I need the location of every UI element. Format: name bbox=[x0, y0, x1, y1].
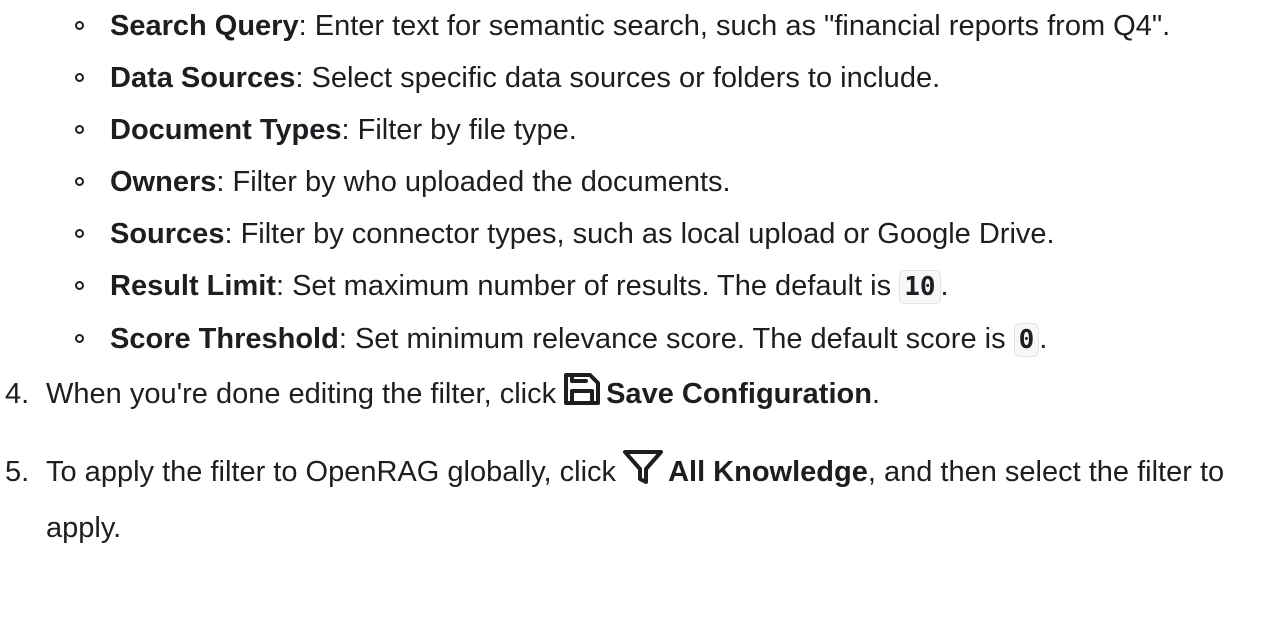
option-desc: : Select specific data sources or folder… bbox=[295, 62, 941, 94]
list-item: Search Query: Enter text for semantic se… bbox=[0, 0, 1283, 52]
option-desc: : Filter by file type. bbox=[341, 114, 577, 146]
option-term: Score Threshold bbox=[110, 323, 339, 355]
default-value-code: 10 bbox=[899, 270, 941, 304]
save-configuration-label: Save Configuration bbox=[606, 378, 872, 410]
option-desc: : Filter by connector types, such as loc… bbox=[224, 218, 1055, 250]
step-text: When you're done editing the filter, cli… bbox=[46, 378, 557, 410]
step-item: 5. To apply the filter to OpenRAG global… bbox=[0, 446, 1283, 554]
bullet-icon bbox=[75, 177, 84, 186]
all-knowledge-label: All Knowledge bbox=[668, 456, 868, 488]
step-text: To apply the filter to OpenRAG globally,… bbox=[46, 456, 617, 488]
option-after: . bbox=[940, 270, 949, 302]
list-item: Score Threshold: Set minimum relevance s… bbox=[0, 313, 1283, 366]
bullet-icon bbox=[75, 229, 84, 238]
bullet-icon bbox=[75, 281, 84, 290]
step-item: 4. When you're done editing the filter, … bbox=[0, 368, 1283, 424]
save-icon bbox=[562, 371, 602, 424]
bullet-icon bbox=[75, 73, 84, 82]
step-number: 4. bbox=[5, 378, 30, 410]
option-desc: : Enter text for semantic search, such a… bbox=[298, 10, 1171, 42]
list-item: Result Limit: Set maximum number of resu… bbox=[0, 260, 1283, 313]
bullet-icon bbox=[75, 334, 84, 343]
default-value-code: 0 bbox=[1013, 323, 1040, 357]
step-after: . bbox=[871, 378, 881, 410]
filter-icon bbox=[622, 449, 664, 502]
option-term: Document Types bbox=[110, 114, 342, 146]
option-term: Search Query bbox=[110, 10, 299, 42]
option-desc: : Set minimum relevance score. The defau… bbox=[338, 323, 1014, 355]
option-desc: : Filter by who uploaded the documents. bbox=[216, 166, 731, 198]
option-term: Data Sources bbox=[110, 62, 296, 94]
bullet-icon bbox=[75, 21, 84, 30]
option-after: . bbox=[1039, 323, 1048, 355]
option-term: Owners bbox=[110, 166, 217, 198]
option-desc: : Set maximum number of results. The def… bbox=[275, 270, 900, 302]
list-item: Owners: Filter by who uploaded the docum… bbox=[0, 156, 1283, 208]
list-item: Data Sources: Select specific data sourc… bbox=[0, 52, 1283, 104]
steps-list: 4. When you're done editing the filter, … bbox=[0, 368, 1283, 554]
step-number: 5. bbox=[5, 456, 30, 488]
document-page: Search Query: Enter text for semantic se… bbox=[0, 0, 1283, 554]
option-term: Sources bbox=[110, 218, 225, 250]
option-term: Result Limit bbox=[110, 270, 276, 302]
list-item: Document Types: Filter by file type. bbox=[0, 104, 1283, 156]
list-item: Sources: Filter by connector types, such… bbox=[0, 208, 1283, 260]
filter-options-list: Search Query: Enter text for semantic se… bbox=[0, 0, 1283, 366]
bullet-icon bbox=[75, 125, 84, 134]
